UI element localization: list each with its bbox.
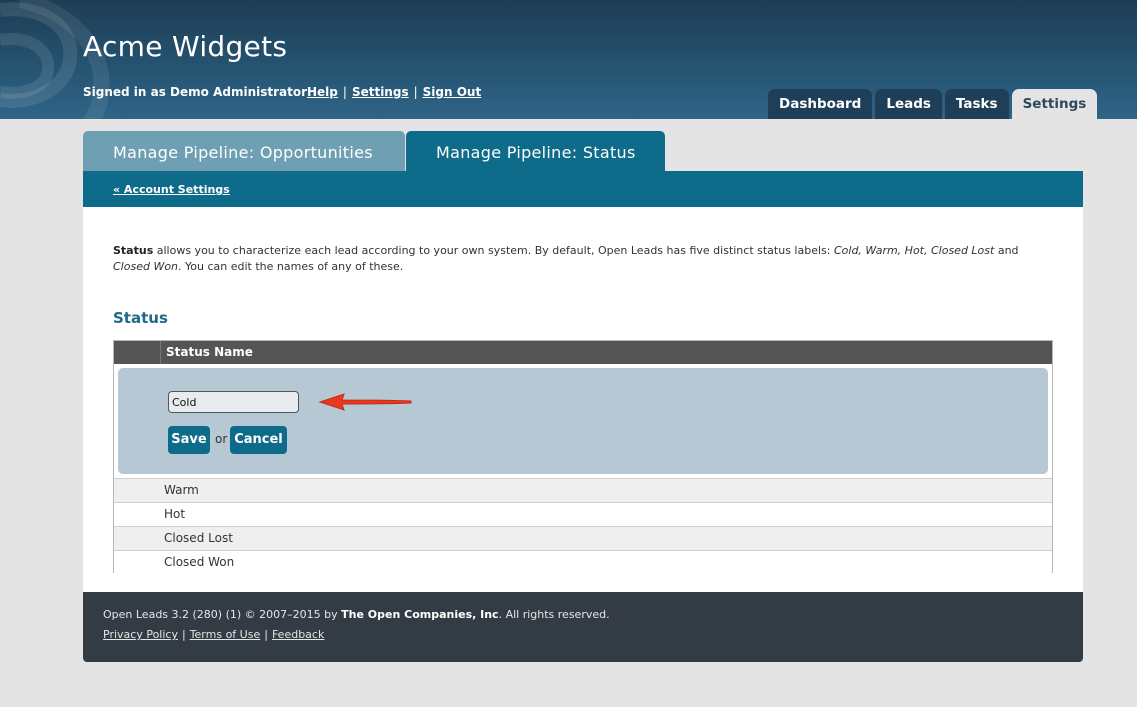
status-name-cell: Warm bbox=[164, 483, 199, 497]
footer-links: Privacy Policy | Terms of Use | Feedback bbox=[103, 628, 325, 641]
link-separator: | bbox=[342, 85, 347, 99]
status-name-cell: Closed Lost bbox=[164, 531, 233, 545]
save-button[interactable]: Save bbox=[168, 426, 210, 454]
status-name-input[interactable] bbox=[168, 391, 299, 413]
privacy-policy-link[interactable]: Privacy Policy bbox=[103, 628, 178, 641]
table-row[interactable]: Closed Lost bbox=[114, 526, 1052, 550]
column-header-status-name: Status Name bbox=[166, 345, 253, 359]
cancel-button[interactable]: Cancel bbox=[230, 426, 287, 454]
page-footer: Open Leads 3.2 (280) (1) © 2007–2015 by … bbox=[83, 592, 1083, 662]
terms-of-use-link[interactable]: Terms of Use bbox=[190, 628, 261, 641]
feedback-link[interactable]: Feedback bbox=[272, 628, 324, 641]
section-title: Status bbox=[113, 309, 168, 327]
pipeline-subtabs: Manage Pipeline: Opportunities Manage Pi… bbox=[83, 131, 665, 171]
edit-status-row: Save or Cancel bbox=[118, 368, 1048, 474]
help-link[interactable]: Help bbox=[307, 85, 338, 99]
account-settings-link[interactable]: « Account Settings bbox=[113, 183, 230, 196]
table-header: Status Name bbox=[114, 341, 1052, 364]
main-nav-tabs: Dashboard Leads Tasks Settings bbox=[768, 89, 1100, 119]
subtab-opportunities[interactable]: Manage Pipeline: Opportunities bbox=[83, 131, 405, 171]
link-separator: | bbox=[413, 85, 418, 99]
or-text: or bbox=[215, 432, 228, 446]
tab-dashboard[interactable]: Dashboard bbox=[768, 89, 873, 119]
app-title: Acme Widgets bbox=[83, 30, 288, 63]
table-row[interactable]: Hot bbox=[114, 502, 1052, 526]
tab-tasks[interactable]: Tasks bbox=[944, 89, 1009, 119]
subnav-bar: « Account Settings bbox=[83, 171, 1083, 207]
signed-in-text: Signed in as Demo Administrator bbox=[83, 85, 308, 99]
settings-link[interactable]: Settings bbox=[352, 85, 409, 99]
app-header: Acme Widgets Signed in as Demo Administr… bbox=[0, 0, 1137, 119]
status-name-cell: Hot bbox=[164, 507, 186, 521]
status-description: Status allows you to characterize each l… bbox=[113, 244, 1019, 273]
subtab-status[interactable]: Manage Pipeline: Status bbox=[406, 131, 665, 171]
status-name-cell: Closed Won bbox=[164, 555, 235, 569]
status-table: Status Name Save or Cancel Warm Hot Clos… bbox=[113, 340, 1053, 574]
sign-out-link[interactable]: Sign Out bbox=[423, 85, 482, 99]
tab-leads[interactable]: Leads bbox=[875, 89, 942, 119]
table-row[interactable]: Warm bbox=[114, 478, 1052, 502]
header-links: Help | Settings | Sign Out bbox=[307, 85, 481, 99]
settings-panel: Manage Pipeline: Opportunities Manage Pi… bbox=[83, 131, 1083, 662]
red-arrow-icon bbox=[318, 393, 412, 411]
table-row[interactable]: Closed Won bbox=[114, 550, 1052, 574]
copyright-text: Open Leads 3.2 (280) (1) © 2007–2015 by … bbox=[103, 608, 610, 621]
tab-settings[interactable]: Settings bbox=[1011, 89, 1098, 119]
